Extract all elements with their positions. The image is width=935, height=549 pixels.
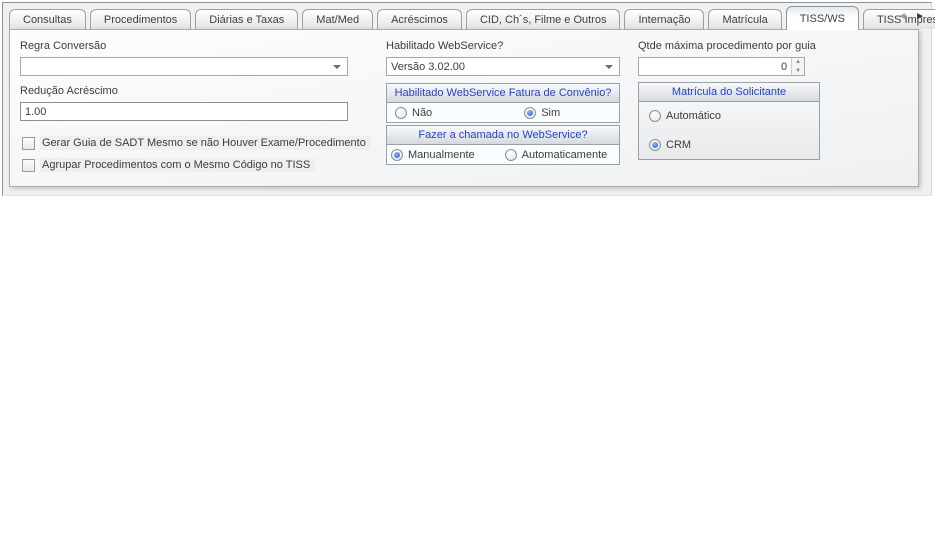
radio-automatico[interactable]: Automático (649, 110, 721, 122)
group-fatura-convenio: Habilitado WebService Fatura de Convênio… (386, 83, 620, 123)
tab-page-tiss-ws: Regra Conversão Redução Acréscimo Gerar … (9, 29, 919, 187)
checkbox-icon[interactable] (22, 159, 35, 172)
tab-label: Consultas (23, 14, 72, 26)
tab-internacao[interactable]: Internação (624, 9, 704, 29)
group-fatura-convenio-title: Habilitado WebService Fatura de Convênio… (387, 84, 619, 103)
checkbox-label: Gerar Guia de SADT Mesmo se não Houver E… (40, 136, 371, 150)
group-matricula-solicitante-title: Matrícula do Solicitante (639, 83, 819, 102)
radio-manualmente[interactable]: Manualmente (391, 149, 475, 161)
tab-label: TISS/WS (800, 13, 845, 25)
radio-label: CRM (666, 139, 691, 151)
group-chamada-webservice-title: Fazer a chamada no WebService? (387, 126, 619, 145)
radio-nao[interactable]: Não (395, 107, 432, 119)
habilitado-webservice-select[interactable]: Versão 3.02.00 (386, 57, 620, 76)
tab-label: Mat/Med (316, 14, 359, 26)
radio-icon (649, 110, 661, 122)
tab-label: Internação (638, 14, 690, 26)
tab-label: CID, Ch´s, Filme e Outros (480, 14, 607, 26)
dropdown-arrow-icon (605, 65, 613, 69)
tab-label: Diárias e Taxas (209, 14, 284, 26)
radio-icon (505, 149, 517, 161)
regra-conversao-select[interactable] (20, 57, 348, 76)
radio-automaticamente[interactable]: Automaticamente (505, 149, 608, 161)
radio-label: Não (412, 107, 432, 119)
radio-sim[interactable]: Sim (524, 107, 560, 119)
tab-tiss-ws[interactable]: TISS/WS (786, 6, 859, 30)
radio-icon (391, 149, 403, 161)
habilitado-webservice-value: Versão 3.02.00 (387, 61, 605, 73)
tab-scroll-left-icon[interactable]: ◄ (897, 11, 907, 23)
radio-label: Automaticamente (522, 149, 608, 161)
radio-icon (395, 107, 407, 119)
radio-crm[interactable]: CRM (649, 139, 691, 151)
dropdown-arrow-icon (333, 65, 341, 69)
radio-icon (649, 139, 661, 151)
tab-scroll-buttons: ◄ ► (897, 11, 925, 23)
spinner-up-icon[interactable]: ▲ (792, 58, 804, 67)
tab-mat-med[interactable]: Mat/Med (302, 9, 373, 29)
radio-label: Manualmente (408, 149, 475, 161)
tab-consultas[interactable]: Consultas (9, 9, 86, 29)
tab-scroll-right-icon[interactable]: ► (915, 11, 925, 23)
radio-label: Automático (666, 110, 721, 122)
radio-label: Sim (541, 107, 560, 119)
tab-label: Matrícula (722, 14, 767, 26)
qtde-maxima-spinner: ▲ ▼ (638, 57, 805, 76)
tab-label: Acréscimos (391, 14, 448, 26)
spinner-buttons: ▲ ▼ (791, 58, 804, 75)
tab-procedimentos[interactable]: Procedimentos (90, 9, 191, 29)
regra-conversao-label: Regra Conversão (20, 40, 106, 52)
group-matricula-solicitante: Matrícula do Solicitante Automático CRM (638, 82, 820, 160)
group-chamada-webservice: Fazer a chamada no WebService? Manualmen… (386, 125, 620, 165)
qtde-maxima-label: Qtde máxima procedimento por guia (638, 40, 816, 52)
checkbox-gerar-guia-sadt[interactable]: Gerar Guia de SADT Mesmo se não Houver E… (22, 136, 371, 150)
tab-control: Consultas Procedimentos Diárias e Taxas … (2, 2, 932, 196)
tab-cid-chs-filme-outros[interactable]: CID, Ch´s, Filme e Outros (466, 9, 621, 29)
radio-icon (524, 107, 536, 119)
reducao-acrescimo-field[interactable] (21, 103, 347, 120)
qtde-maxima-field[interactable] (639, 58, 791, 75)
spinner-down-icon[interactable]: ▼ (792, 67, 804, 76)
habilitado-webservice-label: Habilitado WebService? (386, 40, 503, 52)
checkbox-label: Agrupar Procedimentos com o Mesmo Código… (40, 158, 315, 172)
checkbox-agrupar-procedimentos[interactable]: Agrupar Procedimentos com o Mesmo Código… (22, 158, 315, 172)
tab-diarias-e-taxas[interactable]: Diárias e Taxas (195, 9, 298, 29)
tab-label: Procedimentos (104, 14, 177, 26)
checkbox-icon[interactable] (22, 137, 35, 150)
tab-strip: Consultas Procedimentos Diárias e Taxas … (3, 3, 931, 29)
reducao-acrescimo-field-wrap (20, 102, 348, 121)
tab-matricula[interactable]: Matrícula (708, 9, 781, 29)
tab-acrescimos[interactable]: Acréscimos (377, 9, 462, 29)
reducao-acrescimo-label: Redução Acréscimo (20, 85, 118, 97)
